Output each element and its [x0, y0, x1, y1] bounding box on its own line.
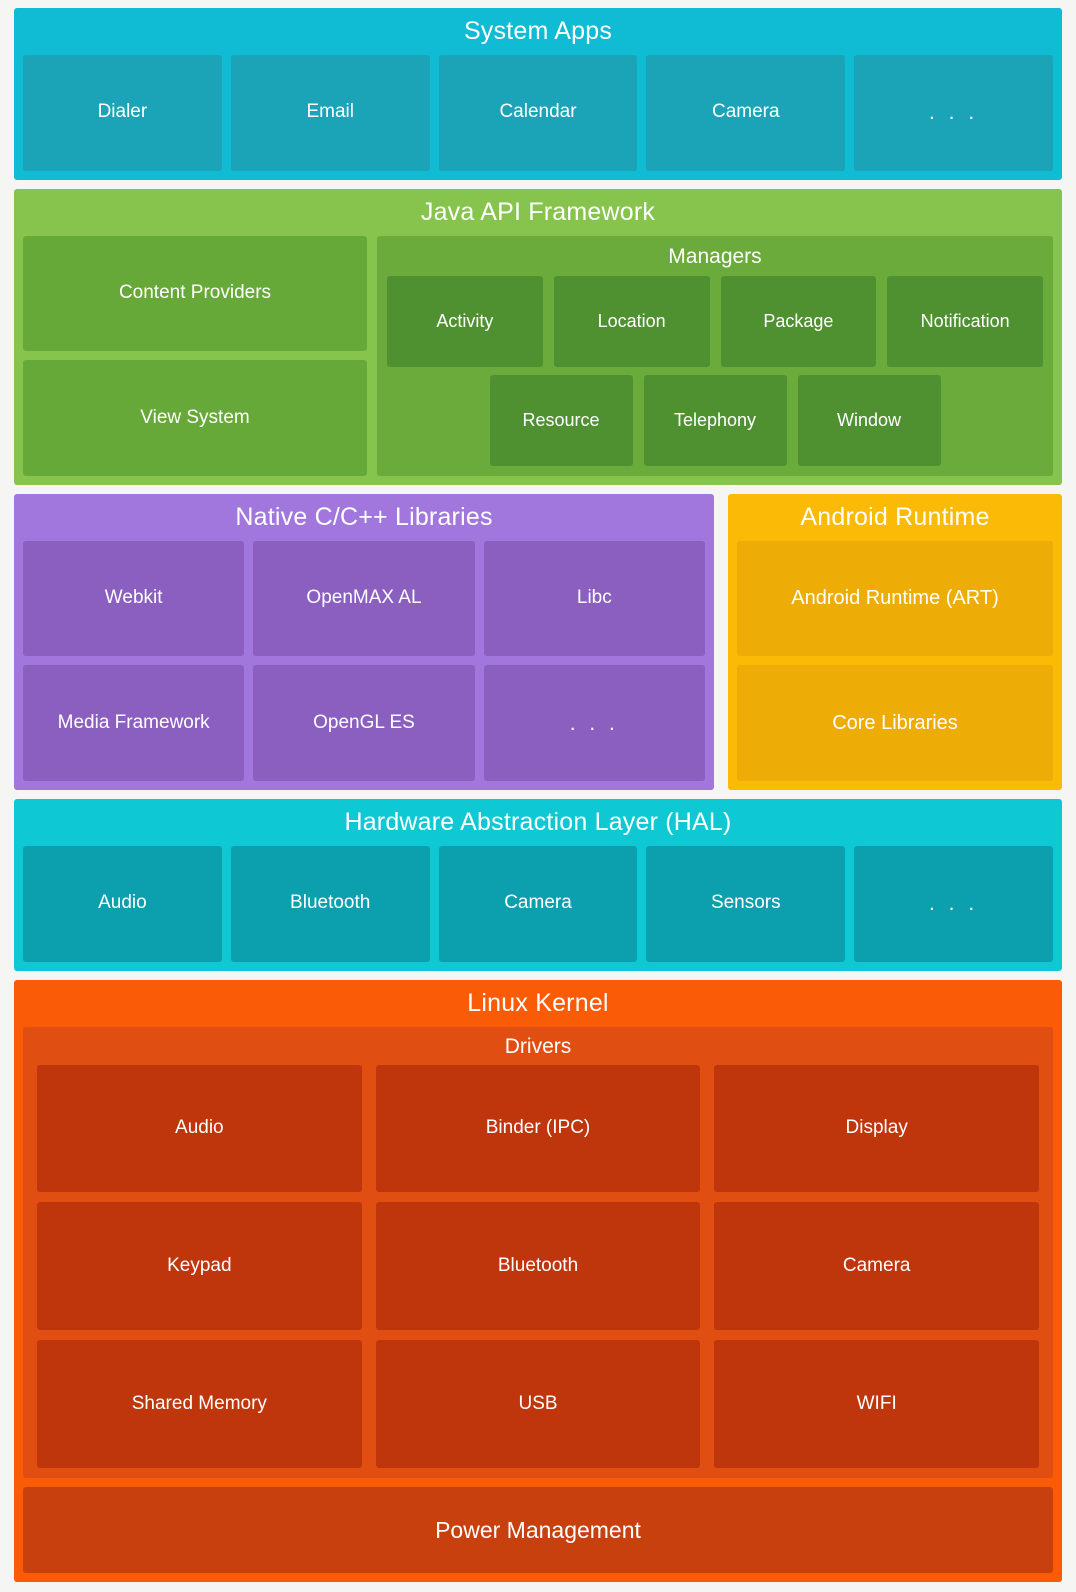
java-framework-left-column: Content Providers View System [23, 235, 367, 476]
linux-kernel-title: Linux Kernel [467, 989, 609, 1017]
tile-driver-camera[interactable]: Camera [714, 1202, 1040, 1331]
drivers-row-2: Keypad Bluetooth Camera [23, 1202, 1053, 1340]
tile-libc[interactable]: Libc [483, 540, 705, 657]
drivers-row-1: Audio Binder (IPC) Display [23, 1064, 1053, 1203]
java-api-framework-body: Content Providers View System Managers A… [14, 235, 1062, 486]
managers-group: Managers Activity Location Package Notif… [377, 235, 1053, 476]
tile-more-apps[interactable]: . . . [854, 54, 1053, 171]
tile-resource-manager[interactable]: Resource [489, 374, 633, 466]
tile-driver-shared-memory[interactable]: Shared Memory [37, 1340, 362, 1468]
android-architecture-diagram: System Apps Dialer Email Calendar Camera… [0, 0, 1076, 1592]
tile-power-management[interactable]: Power Management [23, 1487, 1053, 1573]
android-runtime-title: Android Runtime [800, 503, 990, 531]
tile-window-manager[interactable]: Window [797, 374, 941, 466]
tile-driver-audio[interactable]: Audio [37, 1064, 362, 1193]
tile-email[interactable]: Email [230, 54, 430, 171]
tile-android-runtime-art[interactable]: Android Runtime (ART) [737, 540, 1053, 657]
layer-native-libraries: Native C/C++ Libraries Webkit OpenMAX AL… [14, 494, 714, 790]
tile-opengl-es[interactable]: OpenGL ES [253, 665, 475, 781]
tile-media-framework[interactable]: Media Framework [23, 665, 245, 781]
tile-hal-bluetooth[interactable]: Bluetooth [230, 845, 430, 962]
tile-notification-manager[interactable]: Notification [887, 275, 1043, 367]
hal-title: Hardware Abstraction Layer (HAL) [344, 808, 732, 836]
tile-dialer[interactable]: Dialer [23, 54, 222, 171]
managers-row-1: Activity Location Package Notification [377, 275, 1053, 375]
tile-activity-manager[interactable]: Activity [387, 275, 543, 367]
tile-hal-audio[interactable]: Audio [23, 845, 222, 962]
native-libraries-row-2: Media Framework OpenGL ES . . . [14, 665, 714, 790]
tile-driver-display[interactable]: Display [714, 1064, 1040, 1193]
tile-more-native-libraries[interactable]: . . . [483, 665, 705, 781]
native-libraries-title: Native C/C++ Libraries [235, 503, 493, 531]
system-apps-tiles: Dialer Email Calendar Camera . . . [14, 54, 1062, 181]
tile-driver-bluetooth[interactable]: Bluetooth [375, 1202, 701, 1331]
tile-location-manager[interactable]: Location [553, 275, 710, 367]
layer-hardware-abstraction: Hardware Abstraction Layer (HAL) Audio B… [14, 799, 1062, 971]
native-libraries-row-1: Webkit OpenMAX AL Libc [14, 540, 714, 666]
tile-webkit[interactable]: Webkit [23, 540, 245, 657]
drivers-title: Drivers [504, 1034, 572, 1058]
tile-hal-sensors[interactable]: Sensors [646, 845, 846, 962]
tile-hal-camera[interactable]: Camera [438, 845, 638, 962]
tile-driver-keypad[interactable]: Keypad [37, 1202, 362, 1331]
tile-driver-wifi[interactable]: WIFI [714, 1340, 1040, 1468]
tile-driver-usb[interactable]: USB [375, 1340, 701, 1468]
layer-android-runtime: Android Runtime Android Runtime (ART) Co… [728, 494, 1062, 790]
layer-java-api-framework: Java API Framework Content Providers Vie… [14, 189, 1062, 485]
drivers-group: Drivers Audio Binder (IPC) Display Keypa… [23, 1026, 1053, 1478]
tile-driver-binder-ipc[interactable]: Binder (IPC) [375, 1064, 701, 1193]
tile-telephony-manager[interactable]: Telephony [643, 374, 787, 466]
tile-calendar[interactable]: Calendar [438, 54, 638, 171]
middle-band: Native C/C++ Libraries Webkit OpenMAX AL… [14, 494, 1062, 790]
tile-core-libraries[interactable]: Core Libraries [737, 665, 1053, 781]
hal-tiles: Audio Bluetooth Camera Sensors . . . [14, 845, 1062, 972]
system-apps-title: System Apps [463, 17, 613, 45]
tile-hal-more[interactable]: . . . [854, 845, 1053, 962]
tile-view-system[interactable]: View System [23, 360, 367, 476]
tile-package-manager[interactable]: Package [720, 275, 877, 367]
tile-openmax-al[interactable]: OpenMAX AL [253, 540, 475, 657]
managers-row-2: Resource Telephony Window [377, 374, 1053, 476]
managers-title: Managers [668, 244, 762, 268]
java-api-framework-title: Java API Framework [420, 198, 656, 226]
layer-system-apps: System Apps Dialer Email Calendar Camera… [14, 8, 1062, 180]
layer-linux-kernel: Linux Kernel Drivers Audio Binder (IPC) … [14, 980, 1062, 1582]
tile-content-providers[interactable]: Content Providers [23, 235, 367, 352]
drivers-row-3: Shared Memory USB WIFI [23, 1340, 1053, 1478]
tile-camera[interactable]: Camera [646, 54, 846, 171]
